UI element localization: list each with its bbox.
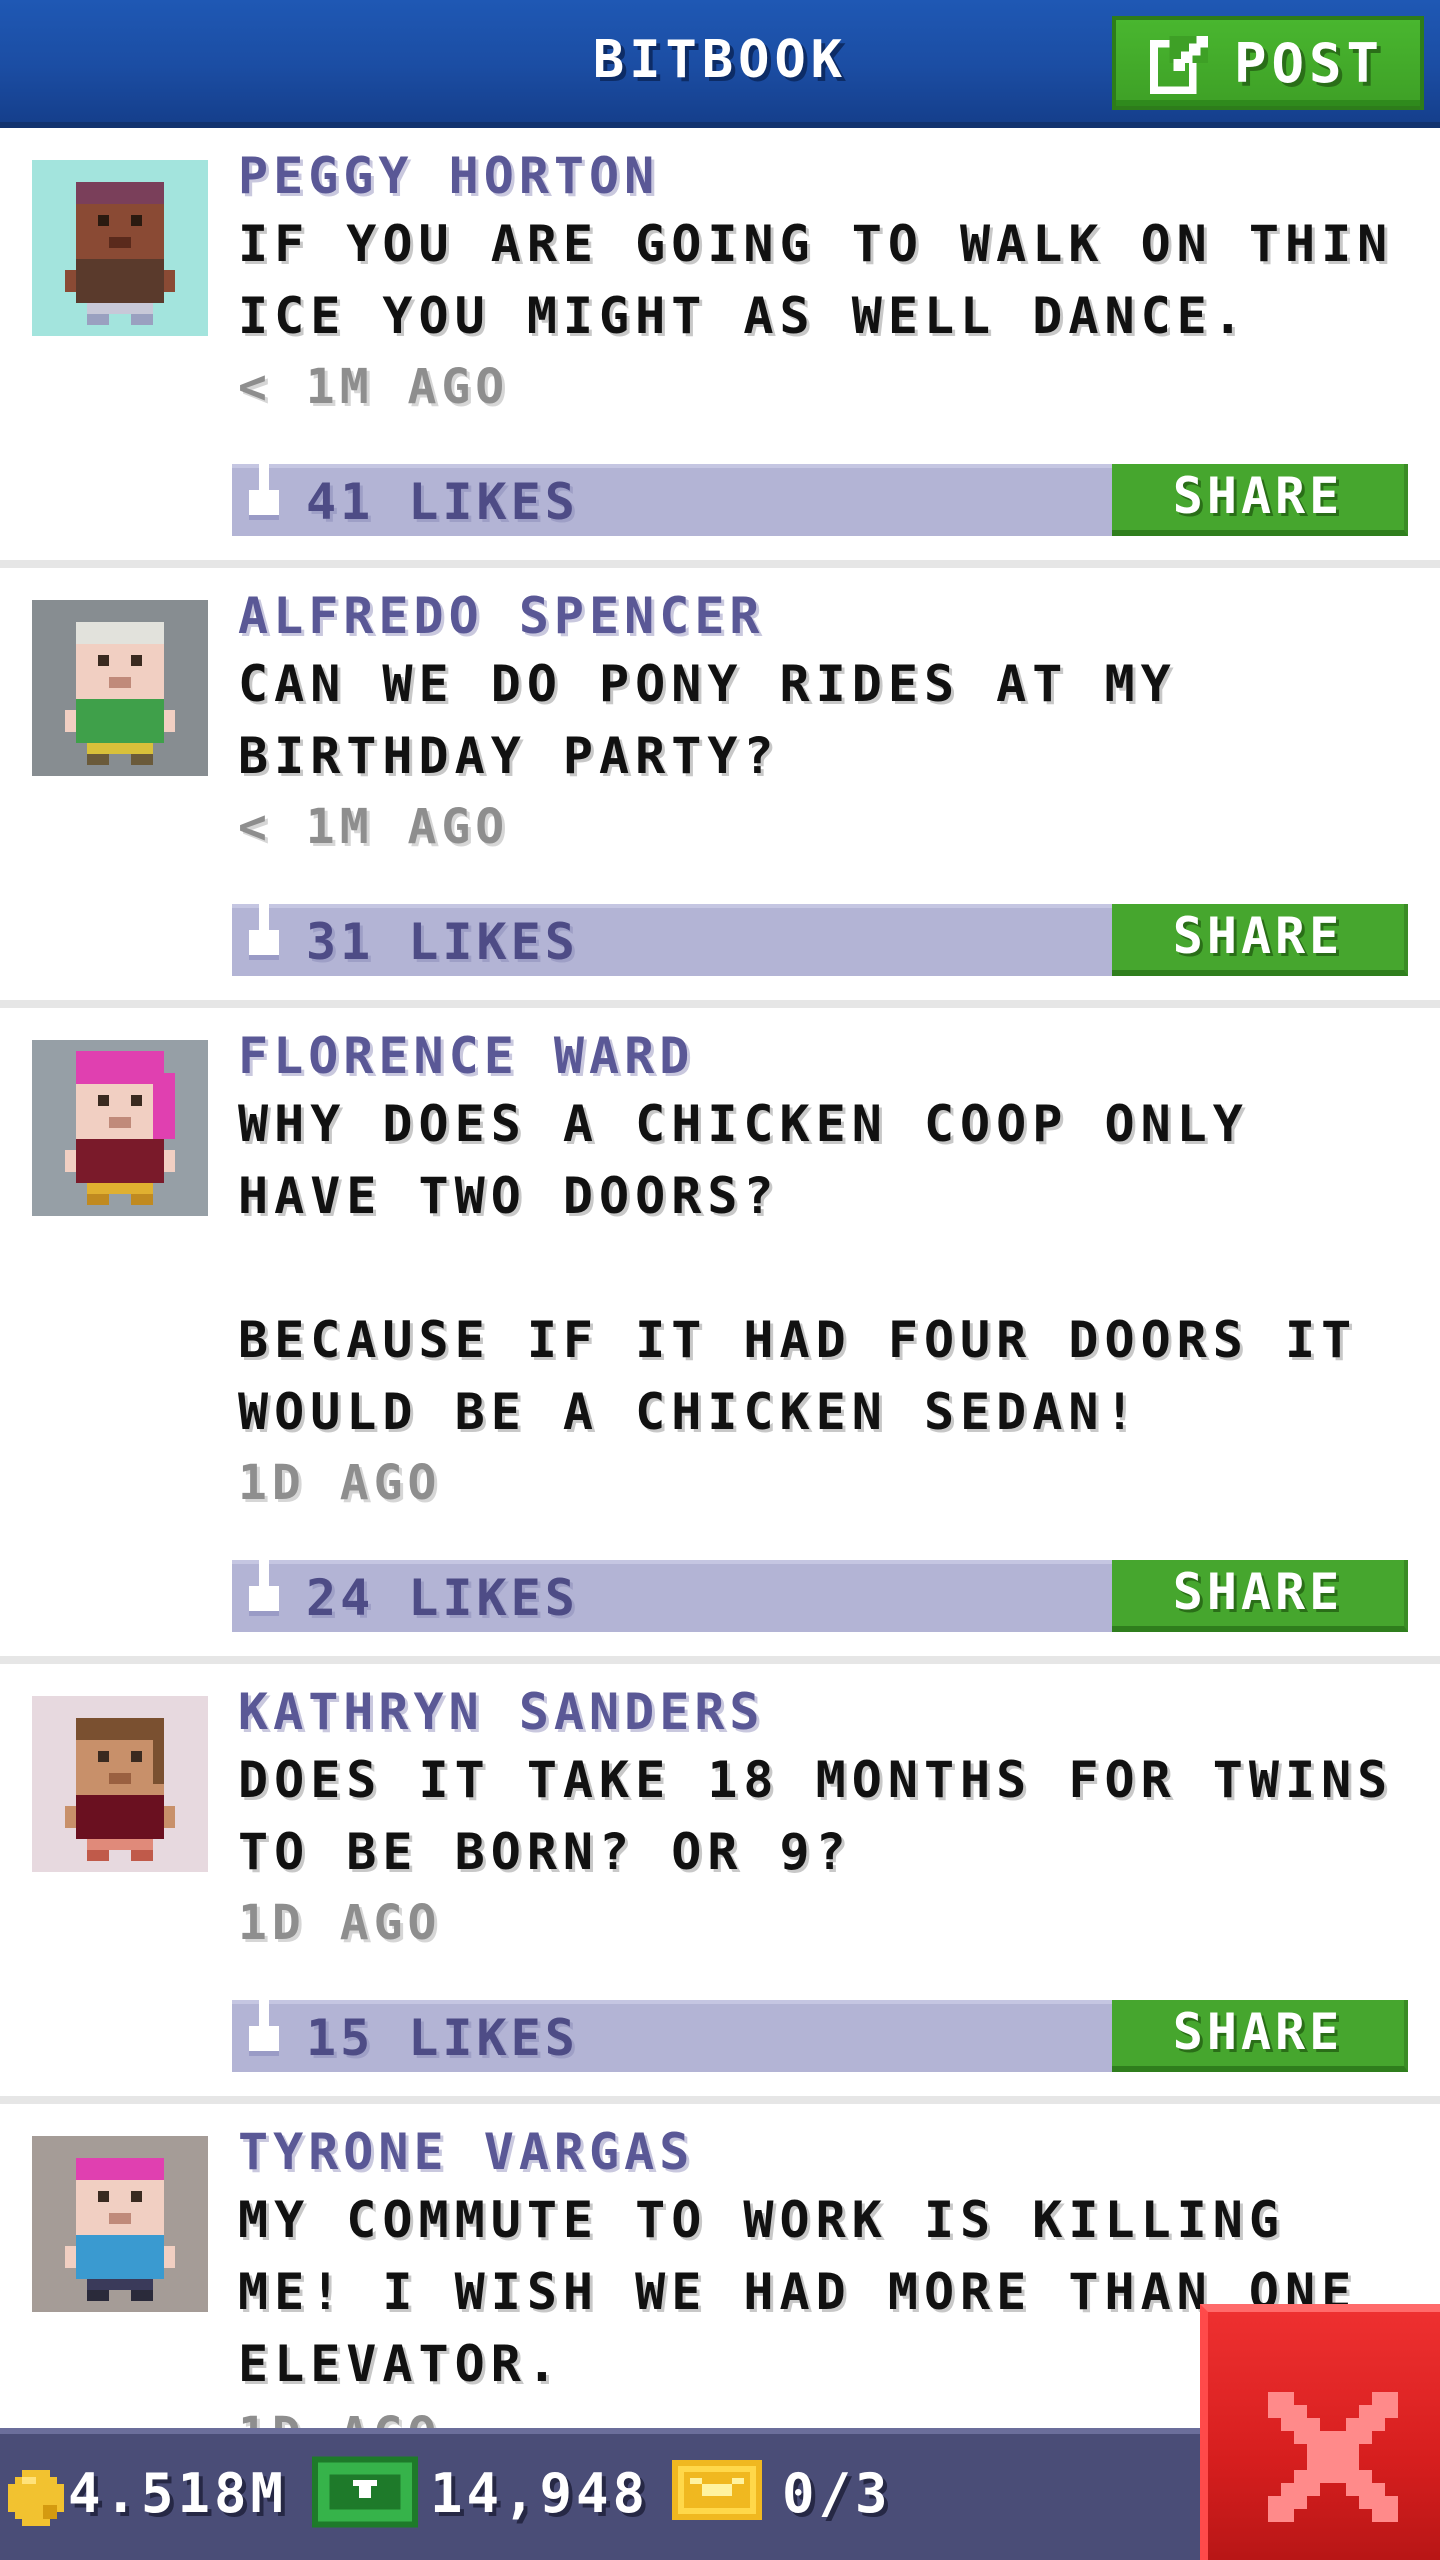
post-label: POST: [1234, 31, 1385, 95]
post-author: KATHRYN SANDERS: [238, 1683, 765, 1741]
post-author: PEGGY HORTON: [238, 147, 660, 205]
post-message: IF YOU ARE GOING TO WALK ON THIN ICE YOU…: [238, 215, 1394, 345]
compose-icon: [1150, 35, 1209, 94]
post-content: FLORENCE WARD WHY DOES A CHICKEN COOP ON…: [238, 1028, 1420, 1518]
thumbs-up-icon[interactable]: [244, 890, 284, 960]
close-icon: [1268, 2392, 1398, 2522]
ticket-icon: [672, 2460, 762, 2520]
likes-count: 24 LIKES: [306, 1569, 579, 1627]
close-button[interactable]: [1200, 2304, 1440, 2560]
avatar[interactable]: [32, 2136, 208, 2312]
feed-post: FLORENCE WARD WHY DOES A CHICKEN COOP ON…: [0, 1008, 1440, 1664]
feed-post: ALFREDO SPENCER CAN WE DO PONY RIDES AT …: [0, 568, 1440, 1008]
avatar[interactable]: [32, 1040, 208, 1216]
bux-icon: [312, 2456, 418, 2528]
post-content: KATHRYN SANDERS DOES IT TAKE 18 MONTHS F…: [238, 1684, 1420, 1958]
likes-bar: 15 LIKES SHARE: [232, 1986, 1408, 2072]
tickets-count: 0/3: [782, 2462, 892, 2525]
feed[interactable]: PEGGY HORTON IF YOU ARE GOING TO WALK ON…: [0, 128, 1440, 2428]
avatar[interactable]: [32, 160, 208, 336]
post-time: 1D AGO: [238, 1895, 442, 1951]
thumbs-up-icon[interactable]: [244, 450, 284, 520]
bux-count: 14,948: [430, 2462, 650, 2525]
post-content: ALFREDO SPENCER CAN WE DO PONY RIDES AT …: [238, 588, 1420, 862]
post-time: 1D AGO: [238, 1455, 442, 1511]
likes-bar: 24 LIKES SHARE: [232, 1546, 1408, 1632]
share-button[interactable]: SHARE: [1112, 904, 1408, 976]
post-button[interactable]: POST: [1112, 16, 1424, 110]
likes-count: 15 LIKES: [306, 2009, 579, 2067]
feed-post: KATHRYN SANDERS DOES IT TAKE 18 MONTHS F…: [0, 1664, 1440, 2104]
likes-count: 31 LIKES: [306, 913, 579, 971]
post-author: FLORENCE WARD: [238, 1027, 695, 1085]
post-message: DOES IT TAKE 18 MONTHS FOR TWINS TO BE B…: [238, 1751, 1394, 1881]
avatar[interactable]: [32, 1696, 208, 1872]
share-button[interactable]: SHARE: [1112, 1560, 1408, 1632]
thumbs-up-icon[interactable]: [244, 1546, 284, 1616]
post-message: WHY DOES A CHICKEN COOP ONLY HAVE TWO DO…: [238, 1095, 1358, 1441]
post-time: < 1M AGO: [238, 799, 510, 855]
post-author: ALFREDO SPENCER: [238, 587, 765, 645]
post-content: PEGGY HORTON IF YOU ARE GOING TO WALK ON…: [238, 148, 1420, 422]
share-button[interactable]: SHARE: [1112, 2000, 1408, 2072]
avatar[interactable]: [32, 600, 208, 776]
post-message: CAN WE DO PONY RIDES AT MY BIRTHDAY PART…: [238, 655, 1177, 785]
share-button[interactable]: SHARE: [1112, 464, 1408, 536]
thumbs-up-icon[interactable]: [244, 1986, 284, 2056]
likes-count: 41 LIKES: [306, 473, 579, 531]
likes-bar: 41 LIKES SHARE: [232, 450, 1408, 536]
post-author: TYRONE VARGAS: [238, 2123, 695, 2181]
coin-icon: [8, 2470, 64, 2526]
coins-count: 4.518M: [68, 2462, 288, 2525]
header: BITBOOK POST: [0, 0, 1440, 128]
post-time: < 1M AGO: [238, 359, 510, 415]
feed-post: PEGGY HORTON IF YOU ARE GOING TO WALK ON…: [0, 128, 1440, 568]
likes-bar: 31 LIKES SHARE: [232, 890, 1408, 976]
